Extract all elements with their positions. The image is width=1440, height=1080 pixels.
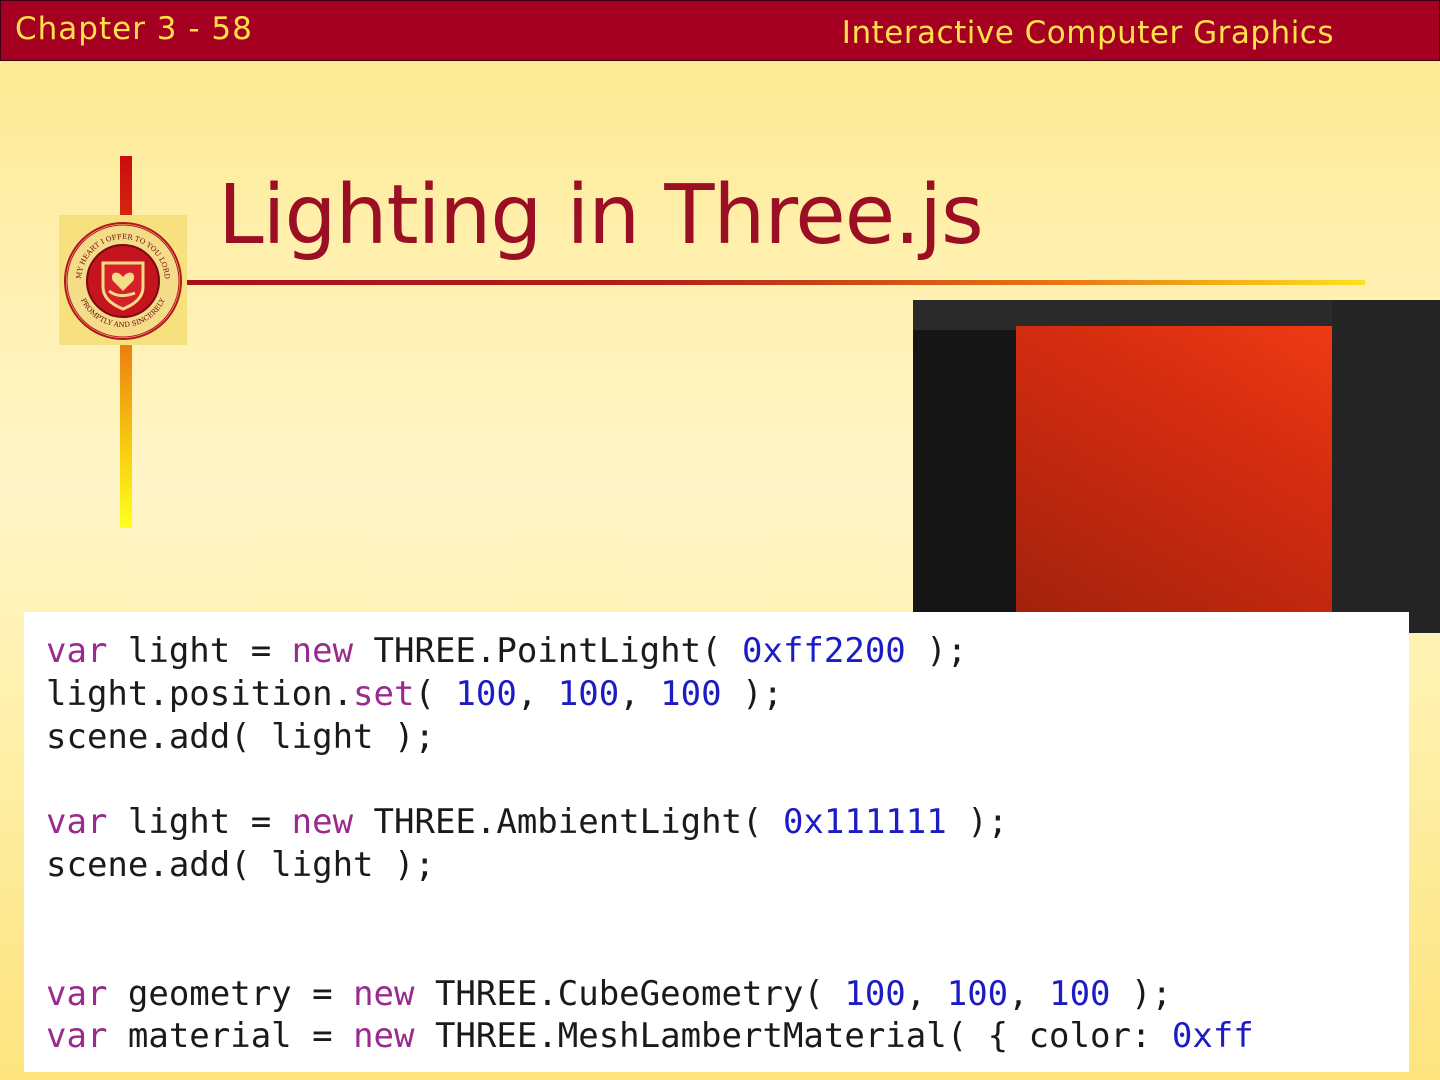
slide-title: Lighting in Three.js	[218, 168, 984, 263]
code-line-4: var light = new THREE.AmbientLight( 0x11…	[46, 802, 1009, 842]
render-cube-face	[1016, 326, 1332, 633]
heart-in-hand-seal-icon: MY HEART I OFFER TO YOU LORD PROMPTLY AN…	[59, 215, 187, 345]
code-line-5: scene.add( light );	[46, 845, 435, 885]
code-snippet: var light = new THREE.PointLight( 0xff22…	[24, 612, 1409, 1072]
code-line-3: scene.add( light );	[46, 717, 435, 757]
course-title: Interactive Computer Graphics	[841, 15, 1334, 51]
red-cube-render-icon	[913, 300, 1440, 633]
render-left-face	[913, 330, 1017, 633]
slide-header: Chapter 3 - 58 Interactive Computer Grap…	[0, 0, 1440, 61]
code-line-7: var material = new THREE.MeshLambertMate…	[46, 1016, 1254, 1056]
code-line-1: var light = new THREE.PointLight( 0xff22…	[46, 631, 968, 671]
code-line-2: light.position.set( 100, 100, 100 );	[46, 674, 784, 714]
title-underline	[187, 280, 1365, 285]
render-right-face	[1332, 300, 1440, 633]
chapter-page-label: Chapter 3 - 58	[15, 11, 253, 47]
code-line-6: var geometry = new THREE.CubeGeometry( 1…	[46, 974, 1172, 1014]
